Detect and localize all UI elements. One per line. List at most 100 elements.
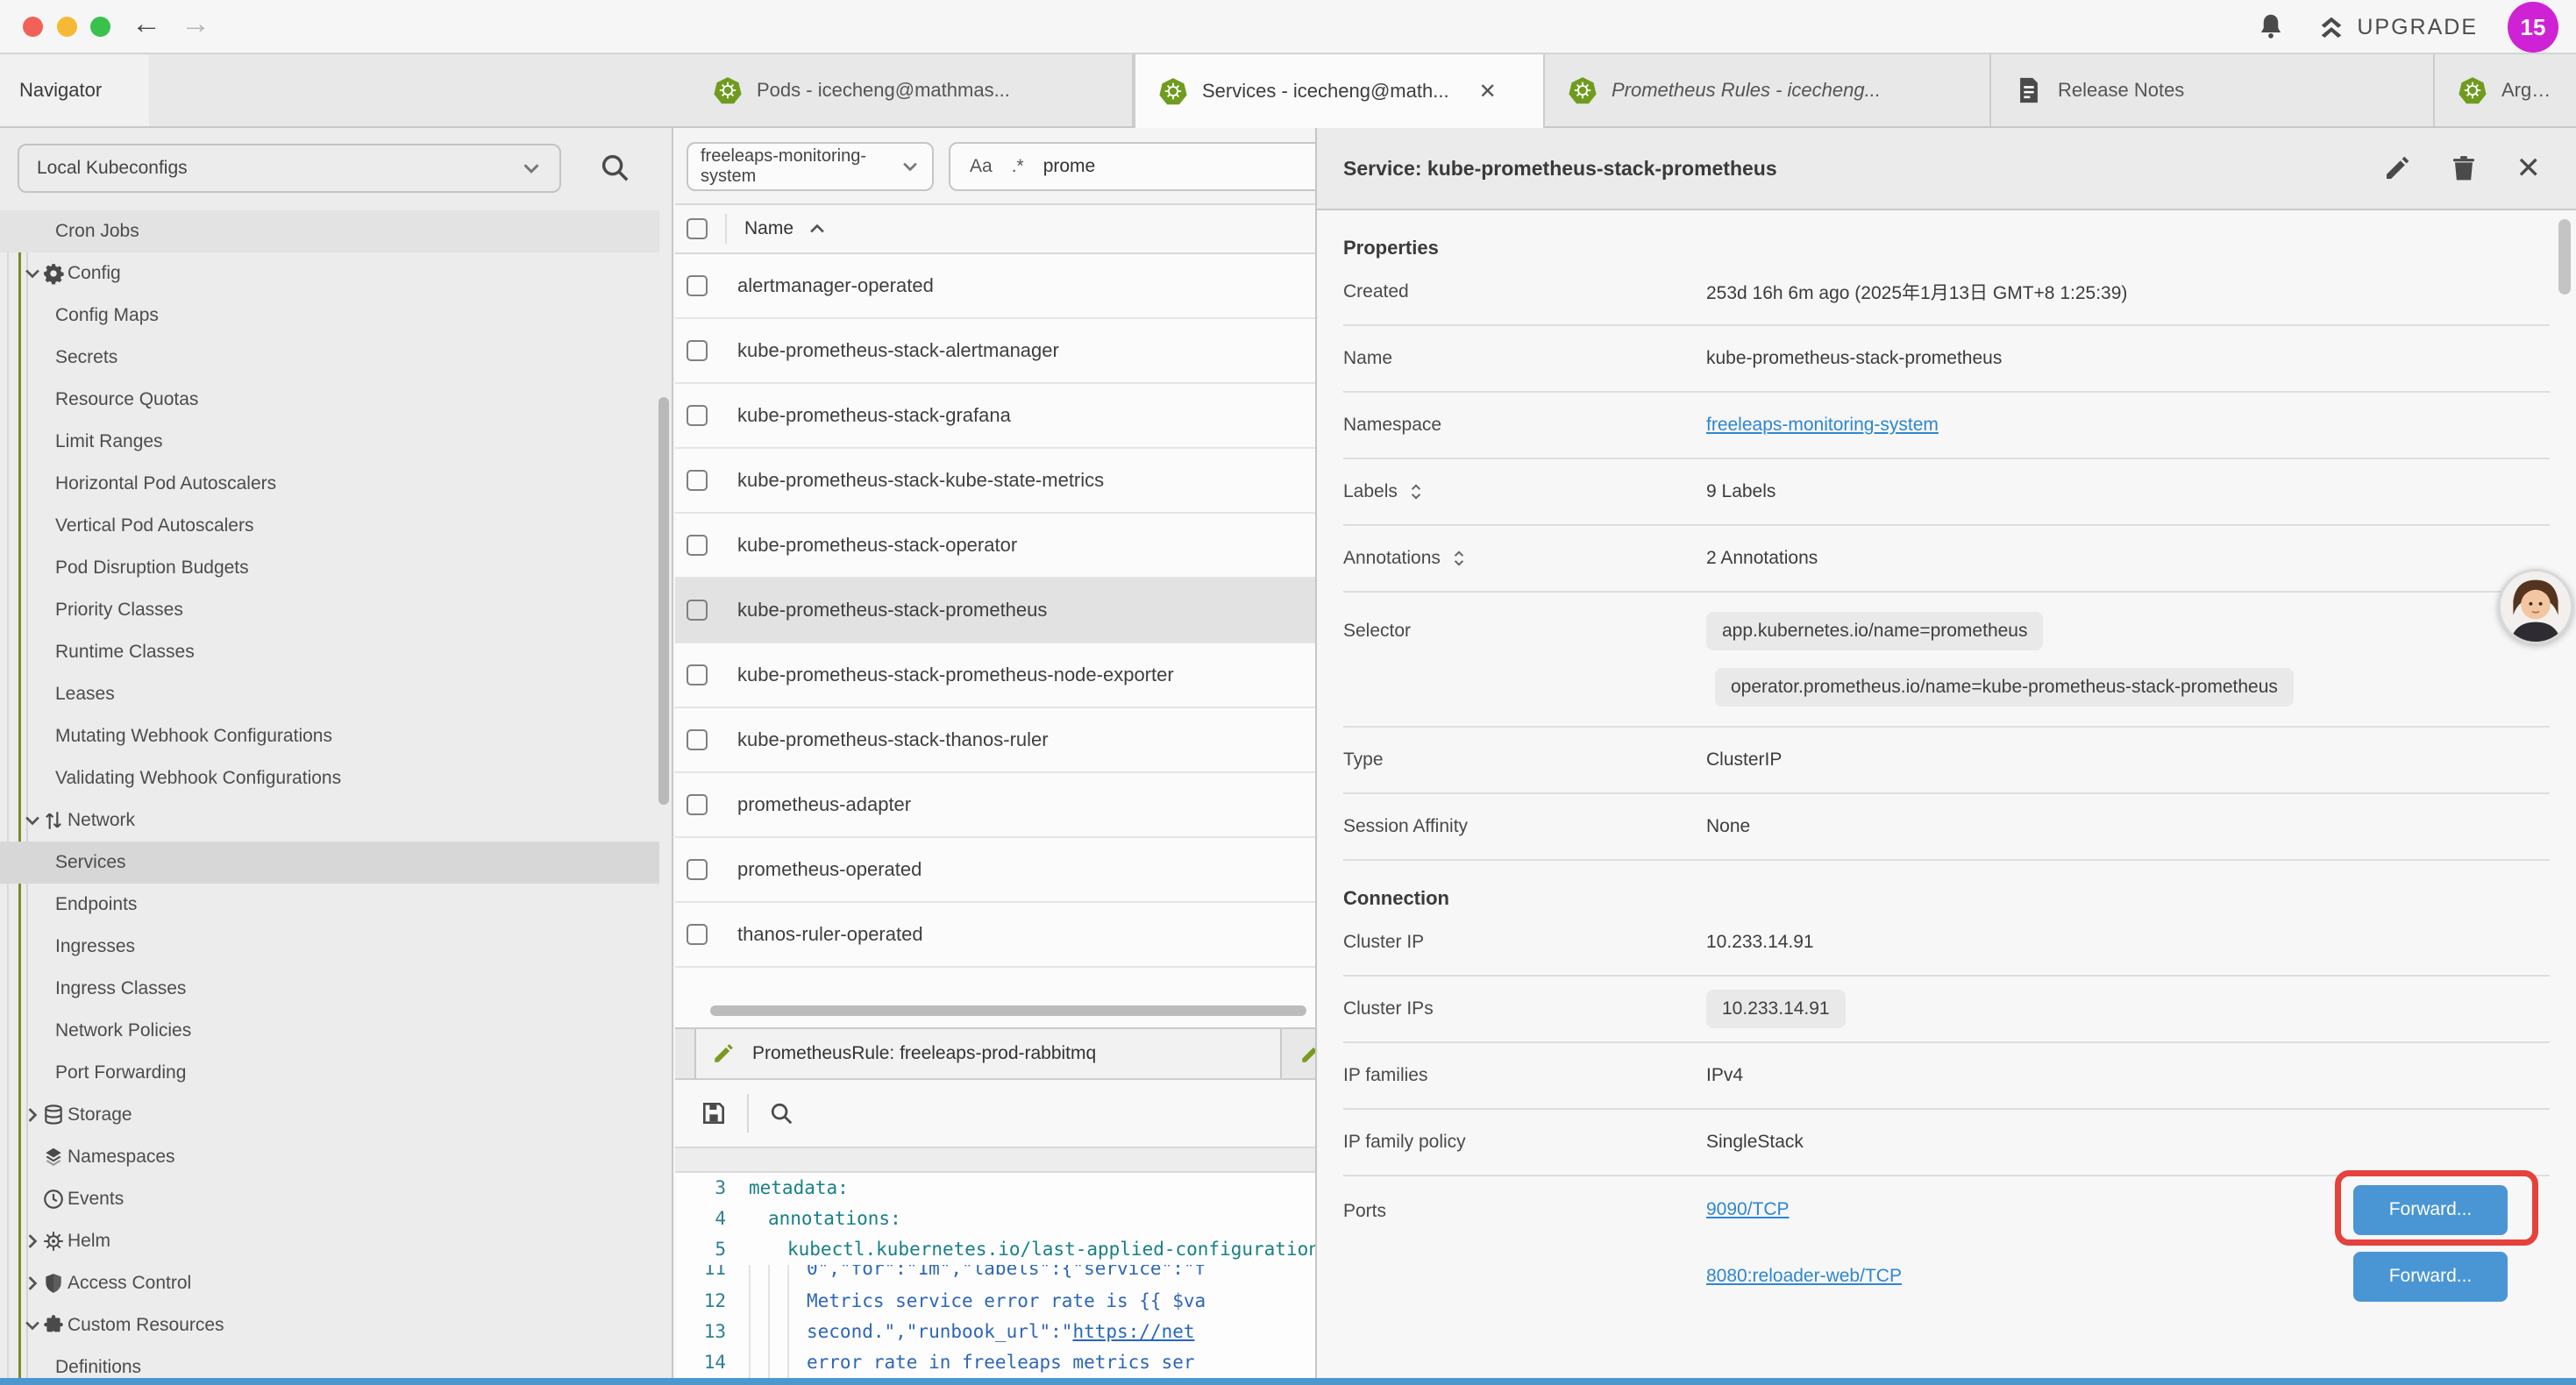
- save-icon[interactable]: [700, 1099, 728, 1127]
- port-link[interactable]: 9090/TCP: [1706, 1199, 1790, 1220]
- table-row-kube-prometheus-stack-prometheus[interactable]: kube-prometheus-stack-prometheus: [675, 579, 1315, 643]
- close-icon[interactable]: ✕: [2516, 151, 2542, 186]
- table-row-prometheus-operated[interactable]: prometheus-operated: [675, 838, 1315, 903]
- tab-argo-se[interactable]: Argo Se: [2435, 54, 2576, 126]
- navigator-panel-tab[interactable]: Navigator: [0, 54, 149, 126]
- sidebar-item-config-maps[interactable]: Config Maps: [0, 295, 672, 337]
- horizontal-scrollbar-thumb[interactable]: [710, 1005, 1306, 1016]
- table-row-kube-prometheus-stack-grafana[interactable]: kube-prometheus-stack-grafana: [675, 384, 1315, 449]
- name-column-header[interactable]: Name: [744, 218, 793, 239]
- namespace-selector[interactable]: freeleaps-monitoring-system: [687, 142, 934, 191]
- table-row-thanos-ruler-operated[interactable]: thanos-ruler-operated: [675, 903, 1315, 968]
- edit-pencil-icon[interactable]: [2383, 154, 2411, 182]
- sidebar-item-network-policies[interactable]: Network Policies: [0, 1010, 672, 1052]
- delete-trash-icon[interactable]: [2450, 154, 2478, 182]
- minimize-window-button[interactable]: [57, 17, 77, 37]
- sidebar-item-custom-resources[interactable]: Custom Resources: [0, 1304, 672, 1346]
- notifications-bell-icon[interactable]: [2255, 11, 2287, 43]
- sidebar-item-ingresses[interactable]: Ingresses: [0, 926, 672, 968]
- row-checkbox[interactable]: [687, 470, 708, 491]
- sidebar-item-vertical-pod-autoscalers[interactable]: Vertical Pod Autoscalers: [0, 505, 672, 547]
- sidebar-item-limit-ranges[interactable]: Limit Ranges: [0, 421, 672, 463]
- sidebar-item-endpoints[interactable]: Endpoints: [0, 884, 672, 926]
- sidebar-item-label: Cron Jobs: [55, 221, 139, 242]
- expand-sorter-icon[interactable]: [1453, 550, 1465, 567]
- sidebar-item-helm[interactable]: Helm: [0, 1220, 672, 1262]
- yaml-url-link[interactable]: https://net: [1072, 1321, 1194, 1342]
- tab-pods-icecheng-mathmas-[interactable]: Pods - icecheng@mathmas...: [690, 54, 1134, 126]
- upgrade-button[interactable]: UPGRADE: [2316, 12, 2478, 42]
- sidebar-item-ingress-classes[interactable]: Ingress Classes: [0, 968, 672, 1010]
- zoom-window-button[interactable]: [90, 17, 110, 37]
- editor-dock-tabs: PrometheusRule: freeleaps-prod-rabbitmq: [675, 1027, 1315, 1080]
- table-row-alertmanager-operated[interactable]: alertmanager-operated: [675, 254, 1315, 319]
- row-checkbox[interactable]: [687, 405, 708, 426]
- chevron-down-icon[interactable]: [23, 1316, 42, 1335]
- sidebar-item-cron-jobs[interactable]: Cron Jobs: [0, 210, 672, 252]
- close-tab-icon[interactable]: ✕: [1479, 79, 1497, 104]
- back-button[interactable]: ←: [132, 7, 161, 41]
- regex-toggle[interactable]: .*: [1012, 156, 1024, 177]
- select-all-checkbox[interactable]: [687, 218, 708, 239]
- row-checkbox[interactable]: [687, 859, 708, 880]
- chevron-right-icon[interactable]: [23, 1232, 42, 1251]
- table-row-kube-prometheus-stack-alertmanager[interactable]: kube-prometheus-stack-alertmanager: [675, 319, 1315, 384]
- table-row-prometheus-adapter[interactable]: prometheus-adapter: [675, 773, 1315, 838]
- namespace-link[interactable]: freeleaps-monitoring-system: [1706, 415, 1939, 436]
- user-avatar[interactable]: [2498, 569, 2573, 644]
- chevron-down-icon[interactable]: [23, 811, 42, 830]
- sidebar-item-mutating-webhook-configurations[interactable]: Mutating Webhook Configurations: [0, 715, 672, 757]
- tab-release-notes[interactable]: Release Notes: [1991, 54, 2435, 126]
- service-search-input[interactable]: Aa .* prome: [949, 142, 1315, 191]
- sidebar-item-secrets[interactable]: Secrets: [0, 337, 672, 379]
- chevron-down-icon[interactable]: [23, 264, 42, 283]
- row-checkbox[interactable]: [687, 729, 708, 750]
- sidebar-item-leases[interactable]: Leases: [0, 673, 672, 715]
- row-checkbox[interactable]: [687, 924, 708, 945]
- indent-guide: [787, 1265, 789, 1385]
- sidebar-item-runtime-classes[interactable]: Runtime Classes: [0, 631, 672, 673]
- sidebar-item-services[interactable]: Services: [0, 842, 672, 884]
- second-editor-tab[interactable]: [1284, 1029, 1315, 1078]
- forward-button[interactable]: Forward...: [2353, 1252, 2508, 1302]
- kubeconfig-selector[interactable]: Local Kubeconfigs: [18, 144, 561, 193]
- sidebar-item-namespaces[interactable]: Namespaces: [0, 1136, 672, 1178]
- tab-prometheus-rules-icecheng-[interactable]: Prometheus Rules - icecheng...: [1545, 54, 1991, 126]
- table-row-kube-prometheus-stack-thanos-ruler[interactable]: kube-prometheus-stack-thanos-ruler: [675, 708, 1315, 773]
- sidebar-item-config[interactable]: Config: [0, 252, 672, 295]
- chevron-right-icon[interactable]: [23, 1274, 42, 1293]
- row-checkbox[interactable]: [687, 275, 708, 296]
- sidebar-item-resource-quotas[interactable]: Resource Quotas: [0, 379, 672, 421]
- notification-count-badge[interactable]: 15: [2508, 2, 2558, 53]
- expand-sorter-icon[interactable]: [1410, 483, 1422, 501]
- tab-services-icecheng-math-[interactable]: Services - icecheng@math... ✕: [1134, 54, 1545, 128]
- sidebar-scrollbar-thumb[interactable]: [658, 397, 669, 805]
- yaml-editor[interactable]: 3metadata:4annotations:5kubectl.kubernet…: [675, 1173, 1315, 1385]
- table-row-kube-prometheus-stack-prometheus-node-exporter[interactable]: kube-prometheus-stack-prometheus-node-ex…: [675, 643, 1315, 708]
- sidebar-item-port-forwarding[interactable]: Port Forwarding: [0, 1052, 672, 1094]
- forward-button[interactable]: →: [181, 7, 210, 41]
- sidebar-item-priority-classes[interactable]: Priority Classes: [0, 589, 672, 631]
- row-checkbox[interactable]: [687, 794, 708, 815]
- row-checkbox[interactable]: [687, 600, 708, 621]
- row-checkbox[interactable]: [687, 664, 708, 685]
- port-link[interactable]: 8080:reloader-web/TCP: [1706, 1266, 1902, 1287]
- sidebar-item-pod-disruption-budgets[interactable]: Pod Disruption Budgets: [0, 547, 672, 589]
- sidebar-item-events[interactable]: Events: [0, 1178, 672, 1220]
- search-icon[interactable]: [598, 151, 631, 184]
- row-checkbox[interactable]: [687, 340, 708, 361]
- table-row-kube-prometheus-stack-kube-state-metrics[interactable]: kube-prometheus-stack-kube-state-metrics: [675, 449, 1315, 514]
- sidebar-item-horizontal-pod-autoscalers[interactable]: Horizontal Pod Autoscalers: [0, 463, 672, 505]
- sidebar-item-network[interactable]: Network: [0, 799, 672, 842]
- sidebar-item-storage[interactable]: Storage: [0, 1094, 672, 1136]
- match-case-toggle[interactable]: Aa: [970, 156, 993, 177]
- search-icon[interactable]: [768, 1100, 794, 1126]
- sidebar-item-validating-webhook-configurations[interactable]: Validating Webhook Configurations: [0, 757, 672, 799]
- chevron-right-icon[interactable]: [23, 1105, 42, 1125]
- sort-ascending-icon[interactable]: [808, 219, 827, 238]
- row-checkbox[interactable]: [687, 535, 708, 556]
- sidebar-item-access-control[interactable]: Access Control: [0, 1262, 672, 1304]
- table-row-kube-prometheus-stack-operator[interactable]: kube-prometheus-stack-operator: [675, 514, 1315, 579]
- prometheusrule-editor-tab[interactable]: PrometheusRule: freeleaps-prod-rabbitmq: [694, 1029, 1282, 1078]
- close-window-button[interactable]: [23, 17, 43, 37]
